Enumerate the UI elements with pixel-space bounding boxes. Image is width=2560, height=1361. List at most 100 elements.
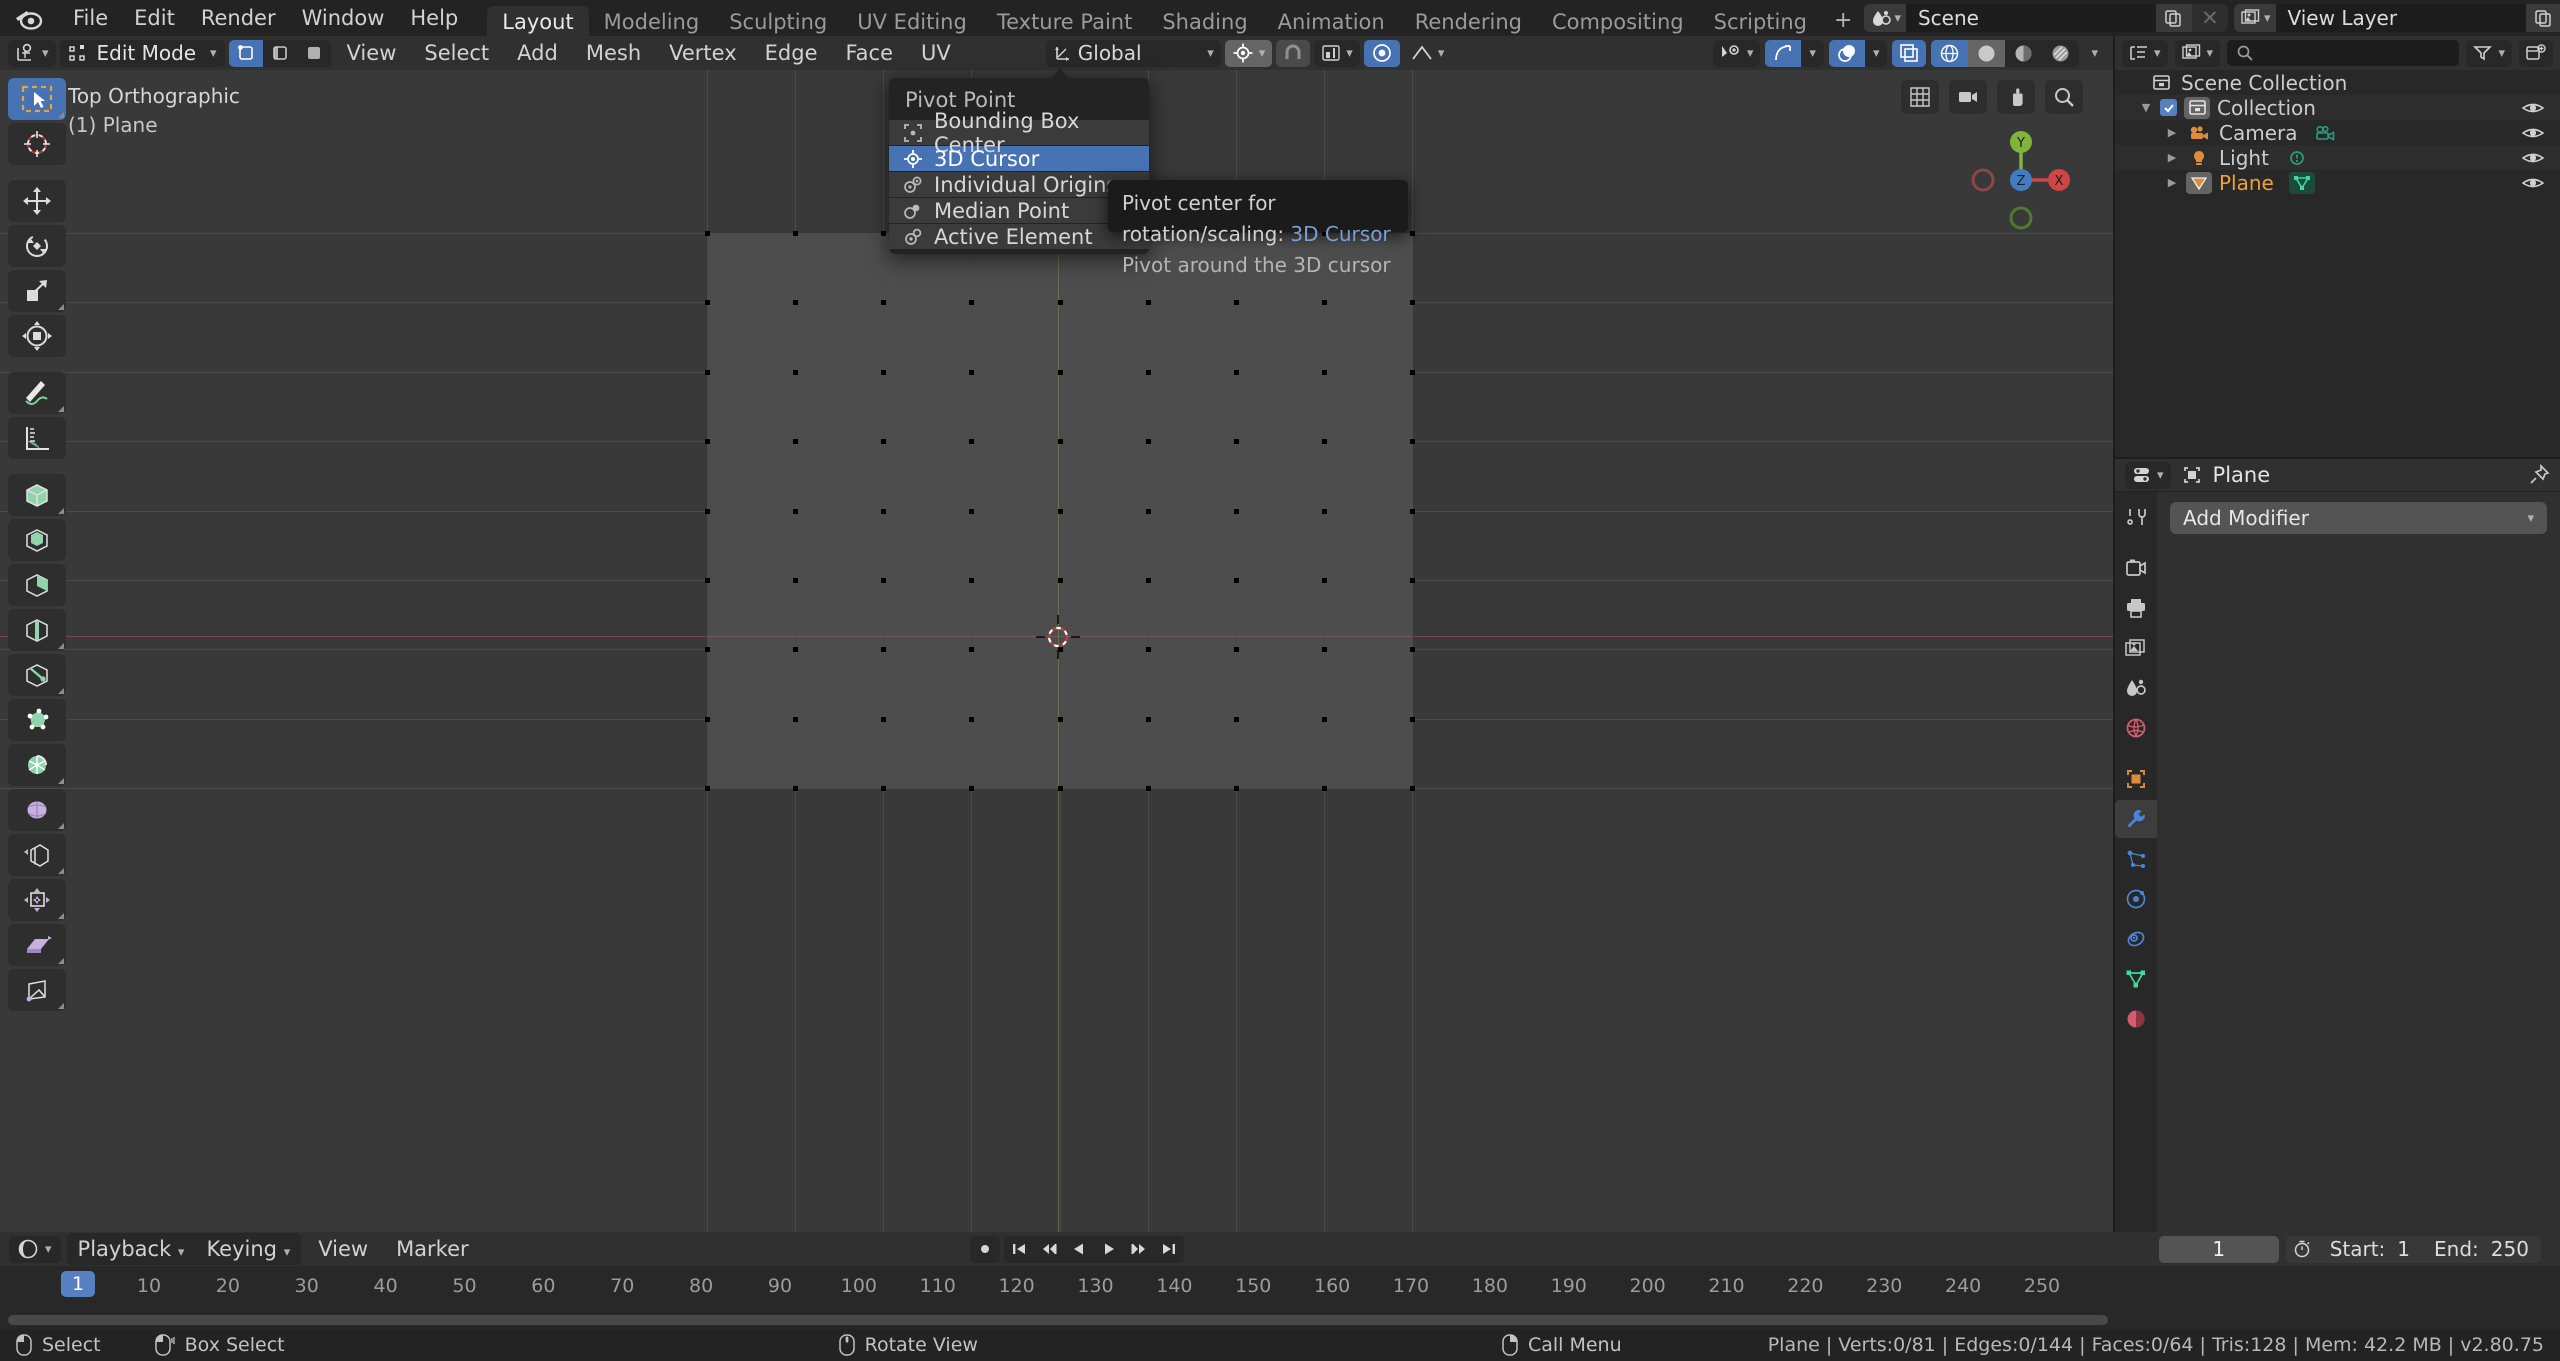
viewport-menu-uv[interactable]: UV [909, 37, 963, 69]
mesh-vertex[interactable] [881, 647, 886, 652]
mesh-vertex[interactable] [1058, 509, 1063, 514]
properties-tab-data[interactable] [2115, 960, 2157, 998]
view-layer-new-button[interactable] [2525, 4, 2560, 32]
viewport-menu-mesh[interactable]: Mesh [574, 37, 653, 69]
timeline-menu-playback[interactable]: Playback ▾ [67, 1233, 196, 1265]
properties-tab-object[interactable] [2115, 760, 2157, 798]
mesh-vertex[interactable] [1146, 578, 1151, 583]
blender-logo-icon[interactable] [14, 5, 44, 31]
mesh-vertex[interactable] [705, 647, 710, 652]
mesh-vertex[interactable] [793, 300, 798, 305]
zoom-view-icon[interactable] [2045, 80, 2083, 114]
face-select-mode[interactable] [297, 40, 331, 67]
camera-data-icon[interactable] [2313, 122, 2339, 144]
play-icon[interactable] [1094, 1235, 1124, 1263]
properties-tab-tool[interactable] [2115, 498, 2157, 536]
shading-solid-icon[interactable] [1968, 39, 2006, 67]
mesh-vertex[interactable] [969, 647, 974, 652]
scene-selector[interactable]: ▾ Scene ✕ [1864, 4, 2228, 32]
timeline-scrollbar[interactable] [0, 1315, 2560, 1325]
tool-move[interactable] [8, 180, 66, 222]
mesh-vertex[interactable] [1410, 370, 1415, 375]
mesh-vertex[interactable] [1058, 578, 1063, 583]
mesh-vertex[interactable] [881, 786, 886, 791]
visibility-eye-icon[interactable] [2522, 150, 2544, 166]
shading-wireframe-icon[interactable] [1931, 39, 1969, 67]
tab-modeling[interactable]: Modeling [589, 6, 715, 38]
mesh-vertex[interactable] [1322, 578, 1327, 583]
mesh-vertex[interactable] [1146, 717, 1151, 722]
view-layer-name-field[interactable]: View Layer [2275, 4, 2526, 32]
properties-tab-world[interactable] [2115, 709, 2157, 747]
mesh-vertex[interactable] [1322, 647, 1327, 652]
tool-edge-slide[interactable] [8, 834, 66, 876]
mesh-vertex[interactable] [1234, 717, 1239, 722]
tool-rip-region[interactable] [8, 969, 66, 1011]
mesh-vertex[interactable] [881, 439, 886, 444]
mesh-vertex[interactable] [881, 300, 886, 305]
mesh-vertex[interactable] [1322, 786, 1327, 791]
menu-window[interactable]: Window [289, 3, 398, 33]
expand-triangle-down-icon[interactable]: ▼ [2139, 101, 2153, 114]
tab-scripting[interactable]: Scripting [1699, 6, 1822, 38]
camera-view-icon[interactable] [1949, 80, 1987, 114]
tool-inset-faces[interactable] [8, 564, 66, 606]
proportional-falloff-selector[interactable]: ▾ [1404, 40, 1452, 67]
pivot-point-selector[interactable]: ▾ [1224, 39, 1273, 67]
editor-type-3dview-icon[interactable]: ▾ [8, 39, 56, 67]
mesh-vertex[interactable] [1234, 509, 1239, 514]
view-layer-selector[interactable]: ▾ View Layer ✕ [2233, 4, 2560, 32]
mesh-vertex[interactable] [1234, 647, 1239, 652]
tool-shear[interactable] [8, 924, 66, 966]
mesh-vertex[interactable] [1234, 300, 1239, 305]
tab-compositing[interactable]: Compositing [1537, 6, 1699, 38]
outliner-row-light[interactable]: ▶ Light [2115, 145, 2560, 170]
expand-triangle-right-icon[interactable]: ▶ [2165, 126, 2179, 139]
mesh-vertex[interactable] [1322, 509, 1327, 514]
tool-annotate[interactable] [8, 372, 66, 414]
mesh-vertex[interactable] [793, 231, 798, 236]
record-icon[interactable] [970, 1235, 1000, 1263]
mesh-vertex[interactable] [881, 578, 886, 583]
mesh-vertex[interactable] [705, 509, 710, 514]
tool-spin[interactable] [8, 744, 66, 786]
mesh-vertex[interactable] [793, 717, 798, 722]
menu-render[interactable]: Render [188, 3, 289, 33]
edge-select-mode[interactable] [263, 40, 297, 67]
outliner-editor[interactable]: ▾ ▾ ▾ Scene Collection ▼ Collection ▶ Ca… [2115, 36, 2560, 457]
mesh-vertex[interactable] [969, 439, 974, 444]
tab-shading[interactable]: Shading [1147, 6, 1262, 38]
mesh-vertex[interactable] [1146, 509, 1151, 514]
mesh-vertex[interactable] [969, 578, 974, 583]
mesh-data-icon[interactable] [2288, 171, 2315, 194]
mesh-vertex[interactable] [1058, 786, 1063, 791]
menu-file[interactable]: File [60, 3, 121, 33]
visibility-eye-icon[interactable] [2522, 125, 2544, 141]
mesh-vertex[interactable] [793, 578, 798, 583]
pivot-option-bounding-box-center[interactable]: Bounding Box Center [889, 109, 1149, 157]
mesh-vertex[interactable] [881, 509, 886, 514]
mesh-vertex[interactable] [705, 439, 710, 444]
properties-editor-icon[interactable]: ▾ [2125, 461, 2171, 489]
view-layer-icon[interactable]: ▾ [2233, 4, 2276, 32]
mesh-vertex[interactable] [1058, 370, 1063, 375]
outliner-row-plane[interactable]: ▶ Plane [2115, 170, 2560, 195]
viewport-menu-add[interactable]: Add [505, 37, 570, 69]
stopwatch-icon[interactable] [2285, 1235, 2318, 1263]
jump-end-icon[interactable] [1154, 1235, 1184, 1263]
tab-uv-editing[interactable]: UV Editing [842, 6, 982, 38]
mesh-vertex[interactable] [1146, 370, 1151, 375]
vertex-select-mode[interactable] [228, 39, 263, 67]
jump-start-icon[interactable] [1004, 1235, 1034, 1263]
mesh-vertex[interactable] [1146, 647, 1151, 652]
menu-help[interactable]: Help [397, 3, 471, 33]
mesh-vertex[interactable] [1410, 439, 1415, 444]
mesh-vertex[interactable] [969, 370, 974, 375]
add-modifier-button[interactable]: Add Modifier ▾ [2170, 502, 2547, 534]
mesh-vertex[interactable] [1410, 717, 1415, 722]
tab-rendering[interactable]: Rendering [1400, 6, 1537, 38]
mesh-vertex[interactable] [969, 509, 974, 514]
tab-sculpting[interactable]: Sculpting [714, 6, 842, 38]
tool-cursor[interactable] [8, 123, 66, 165]
overlays-dropdown[interactable]: ▾ [1865, 40, 1888, 67]
